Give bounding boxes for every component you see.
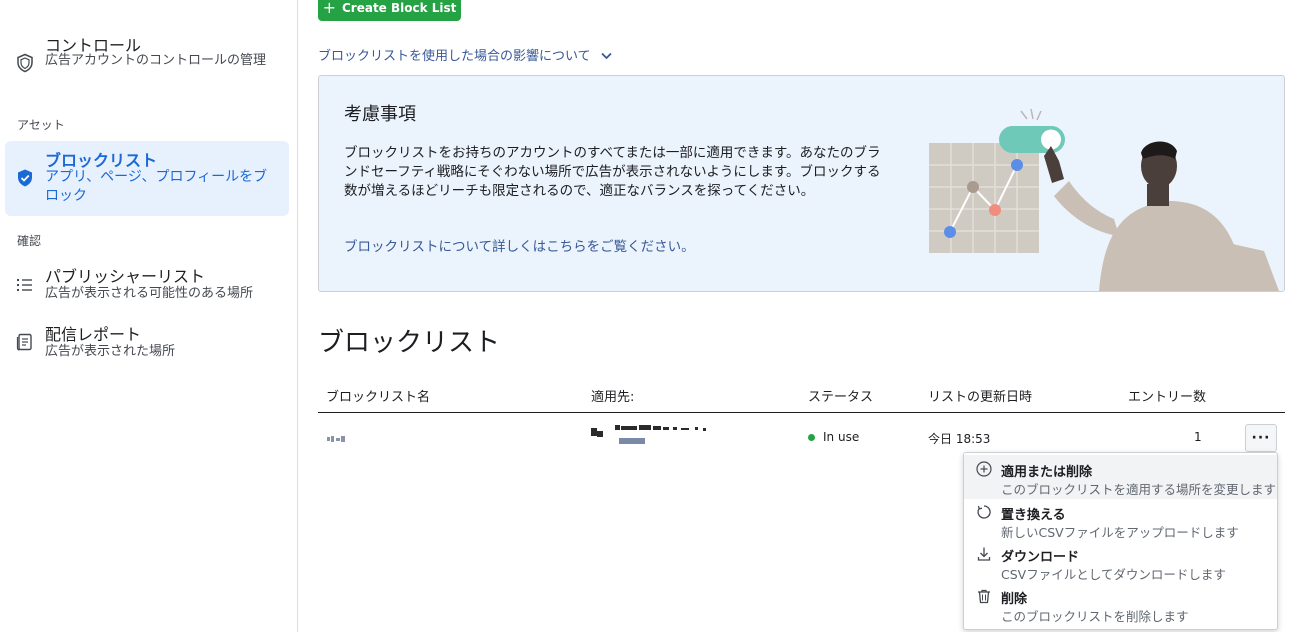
entry-count: 1 [1194, 430, 1202, 444]
considerations-illustration [919, 101, 1284, 291]
status-label: In use [823, 430, 860, 444]
menu-item-delete[interactable]: 削除 このブロックリストを削除します [964, 582, 1277, 626]
chevron-down-icon [601, 49, 612, 64]
impact-info-label: ブロックリストを使用した場合の影響について [318, 49, 591, 64]
menu-item-label: 適用または削除 [1001, 465, 1093, 480]
blocklist-name-redacted[interactable] [327, 431, 347, 445]
status-in-use: In use [808, 430, 859, 444]
more-options-button[interactable]: ··· [1245, 424, 1277, 452]
create-block-list-label: Create Block List [341, 0, 457, 15]
menu-item-label: ダウンロード [1001, 550, 1080, 565]
ellipsis-icon: ··· [1251, 430, 1271, 446]
learn-more-link[interactable]: ブロックリストについて詳しくはこちらをご覧ください。 [344, 235, 695, 255]
menu-item-description: 新しいCSVファイルをアップロードします [1001, 525, 1239, 540]
menu-item-description: このブロックリストを削除します [1001, 609, 1189, 624]
list-icon [15, 275, 35, 295]
blocklist-section-title: ブロックリスト [318, 328, 501, 358]
menu-item-label: 置き換える [1001, 508, 1066, 523]
menu-item-label: 削除 [1001, 592, 1028, 607]
create-block-list-button[interactable]: + Create Block List [318, 0, 461, 21]
plus-icon: + [322, 0, 336, 17]
considerations-body: ブロックリストをお持ちのアカウントのすべてまたは一部に適用できます。あなたのブラ… [344, 145, 881, 199]
column-header-status[interactable]: ステータス [808, 386, 873, 405]
menu-item-apply-or-remove[interactable]: 適用または削除 このブロックリストを適用する場所を変更します [964, 455, 1277, 499]
impact-info-link[interactable]: ブロックリストを使用した場合の影響について [318, 45, 612, 64]
menu-item-description: CSVファイルとしてダウンロードします [1001, 567, 1226, 582]
updated-time: 今日 18:53 [928, 432, 991, 446]
download-icon [976, 546, 992, 562]
sidebar-item-delivery-report[interactable]: 配信レポート 広告が表示された場所 [5, 316, 289, 366]
table-header: ブロックリスト名 適用先: ステータス リストの更新日時 エントリー数 [318, 386, 1285, 413]
sidebar-item-sublabel: 広告アカウントのコントロールの管理 [45, 53, 267, 68]
applied-to-redacted [591, 423, 741, 451]
column-header-name[interactable]: ブロックリスト名 [326, 386, 430, 405]
sidebar-item-label: 配信レポート [45, 325, 142, 344]
sidebar-item-sublabel: アプリ、ページ、プロフィールをブロック [45, 169, 268, 204]
sidebar-item-label: パブリッシャーリスト [45, 267, 206, 286]
section-label-assets: アセット [17, 118, 65, 132]
column-header-updated[interactable]: リストの更新日時 [928, 386, 1032, 405]
report-icon [15, 332, 35, 352]
column-header-applied-to[interactable]: 適用先: [591, 386, 634, 405]
sidebar-item-blocklist[interactable]: ブロックリスト アプリ、ページ、プロフィールをブロック [5, 141, 289, 216]
menu-item-description: このブロックリストを適用する場所を変更します [1001, 482, 1277, 497]
shield-check-icon [15, 168, 35, 188]
row-actions-menu: 適用または削除 このブロックリストを適用する場所を変更します 置き換える 新しい… [963, 452, 1278, 630]
status-dot-icon [808, 434, 815, 441]
considerations-panel: 考慮事項 ブロックリストをお持ちのアカウントのすべてまたは一部に適用できます。あ… [318, 75, 1285, 292]
considerations-title: 考慮事項 [344, 104, 416, 125]
menu-item-download[interactable]: ダウンロード CSVファイルとしてダウンロードします [964, 540, 1277, 584]
section-label-review: 確認 [17, 234, 42, 248]
shield-outline-icon [15, 53, 35, 73]
sidebar-item-sublabel: 広告が表示された場所 [45, 344, 176, 359]
sidebar: コントロール 広告アカウントのコントロールの管理 アセット ブロックリスト アプ… [0, 0, 298, 632]
column-header-entries[interactable]: エントリー数 [1128, 386, 1206, 405]
menu-item-replace[interactable]: 置き換える 新しいCSVファイルをアップロードします [964, 498, 1277, 542]
trash-icon [976, 588, 992, 604]
sidebar-item-controls[interactable]: コントロール 広告アカウントのコントロールの管理 [5, 28, 289, 94]
sidebar-item-publisher-list[interactable]: パブリッシャーリスト 広告が表示される可能性のある場所 [5, 258, 289, 308]
sidebar-item-sublabel: 広告が表示される可能性のある場所 [45, 286, 254, 301]
plus-circle-icon [976, 461, 992, 477]
refresh-icon [976, 504, 992, 520]
